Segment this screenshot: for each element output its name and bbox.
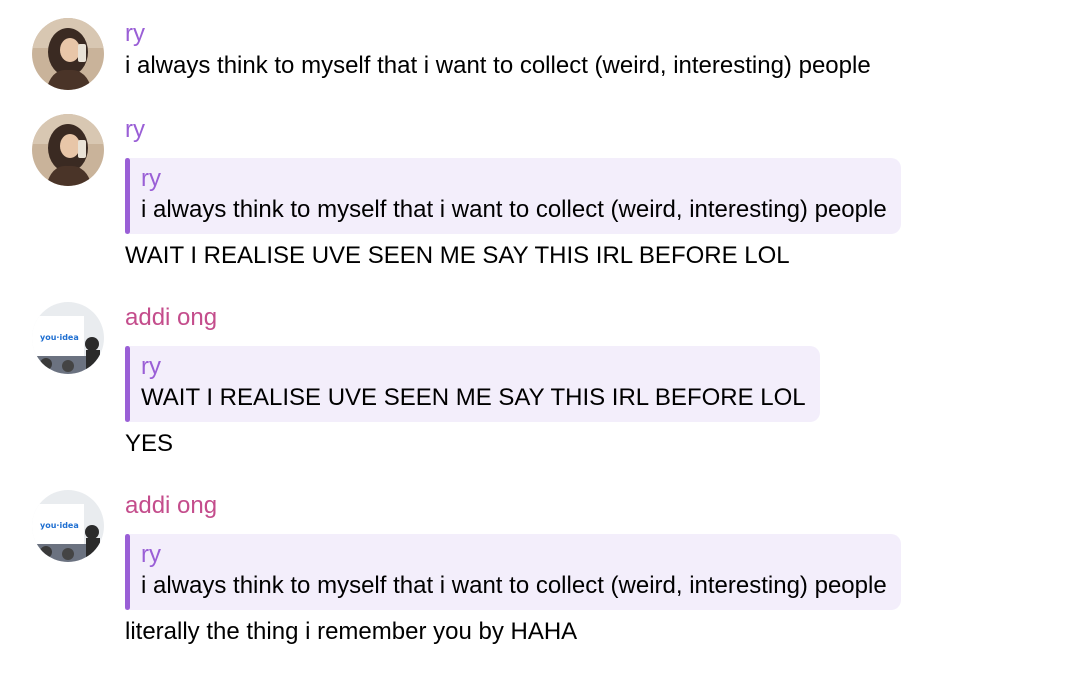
avatar[interactable]: [32, 114, 104, 186]
sender-name[interactable]: ry: [125, 114, 1072, 146]
quote-text: WAIT I REALISE UVE SEEN ME SAY THIS IRL …: [141, 384, 806, 411]
message-content: ry ry i always think to myself that i wa…: [125, 114, 1072, 272]
message-content: addi ong ry WAIT I REALISE UVE SEEN ME S…: [125, 302, 1072, 460]
reply-quote[interactable]: ry WAIT I REALISE UVE SEEN ME SAY THIS I…: [125, 346, 820, 422]
avatar[interactable]: you·idea: [32, 302, 104, 374]
avatar-logo-text: you·idea: [40, 333, 79, 342]
quote-sender: ry: [141, 353, 161, 380]
ry-avatar-photo: [32, 114, 104, 186]
quote-sender: ry: [141, 165, 161, 192]
message-text: literally the thing i remember you by HA…: [125, 618, 578, 645]
avatar[interactable]: [32, 18, 104, 90]
quote-text: i always think to myself that i want to …: [141, 196, 887, 223]
avatar[interactable]: you·idea: [32, 490, 104, 562]
sender-name[interactable]: addi ong: [125, 302, 1072, 334]
ry-avatar-photo: [32, 18, 104, 90]
reply-quote[interactable]: ry i always think to myself that i want …: [125, 534, 901, 610]
sender-name[interactable]: addi ong: [125, 490, 1072, 522]
quote-text: i always think to myself that i want to …: [141, 572, 887, 599]
avatar-logo-text: you·idea: [40, 521, 79, 530]
message-text: YES: [125, 430, 174, 457]
addi-avatar-photo: you·idea: [32, 302, 104, 374]
message-text: WAIT I REALISE UVE SEEN ME SAY THIS IRL …: [125, 242, 790, 269]
sender-name[interactable]: ry: [125, 18, 1072, 50]
reply-quote[interactable]: ry i always think to myself that i want …: [125, 158, 901, 234]
message-text: i always think to myself that i want to …: [125, 52, 871, 79]
quote-sender: ry: [141, 541, 161, 568]
message-content: ry i always think to myself that i want …: [125, 18, 1072, 82]
message-content: addi ong ry i always think to myself tha…: [125, 490, 1072, 648]
addi-avatar-photo: you·idea: [32, 490, 104, 562]
